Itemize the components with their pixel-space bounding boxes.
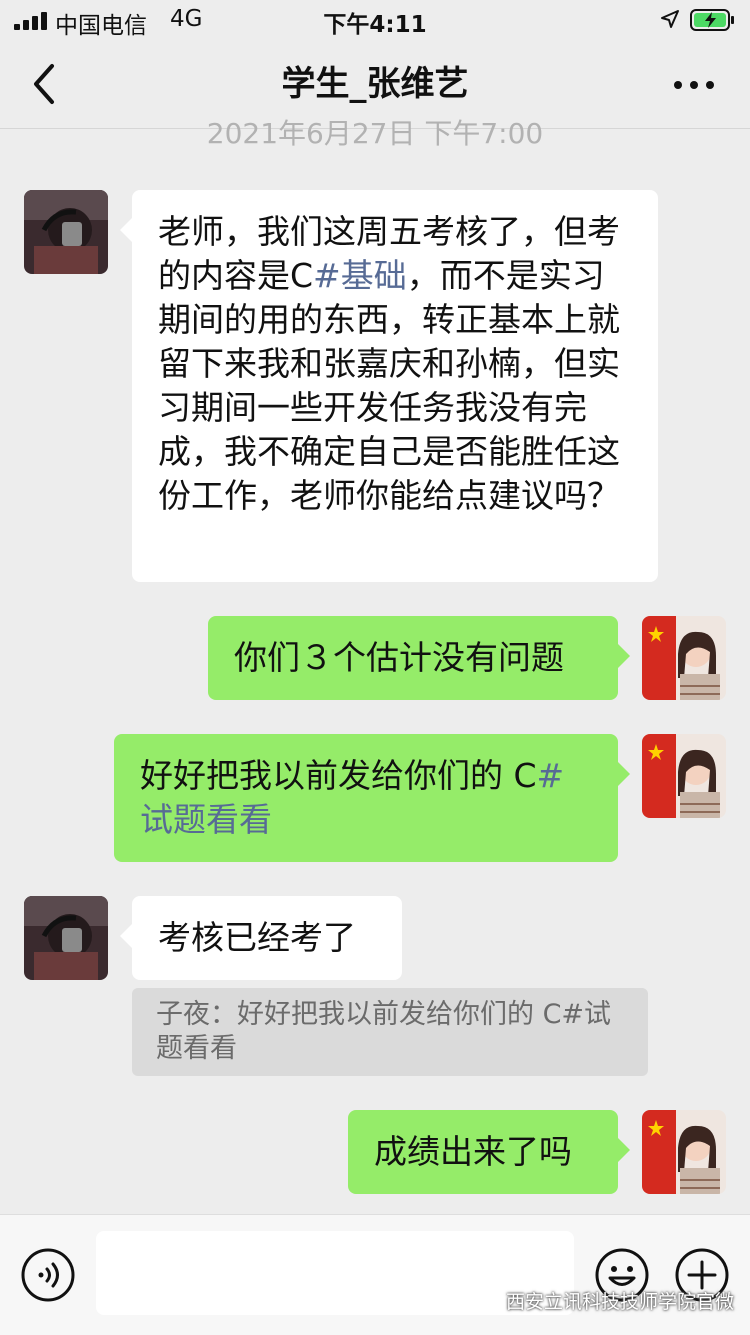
teacher-avatar[interactable] (642, 1110, 726, 1194)
teacher-avatar[interactable] (642, 616, 726, 700)
student-avatar[interactable] (24, 190, 108, 274)
quote-author: 子夜 (156, 999, 210, 1030)
message-bubble-outgoing[interactable]: 你们３个估计没有问题 (208, 616, 630, 700)
watermark-text: 西安立讯科技技师学院官微 (506, 1291, 735, 1313)
more-dots-icon[interactable] (664, 62, 724, 106)
battery-charging-icon (690, 9, 734, 31)
status-clock: 下午4:11 (323, 12, 427, 38)
student-avatar[interactable] (24, 896, 108, 980)
status-bar: 中国电信 4G 下午4:11 (0, 0, 750, 40)
message-bubble-outgoing[interactable]: 好好把我以前发给你们的 C#试题看看 (114, 734, 630, 862)
message-text: 成绩出来了吗 (374, 1132, 572, 1171)
message-text: 好好把我以前发给你们的 C#试题看看 (140, 756, 565, 839)
hashtag-link[interactable]: #基础 (313, 256, 407, 295)
hashtag-link[interactable]: #试题看看 (140, 756, 564, 839)
message-text: 你们３个估计没有问题 (234, 638, 564, 677)
message-bubble-incoming[interactable]: 老师，我们这周五考核了，但考的内容是C#基础，而不是实习期间的用的东西，转正基本… (120, 190, 658, 582)
message-bubble-incoming[interactable]: 考核已经考了 (120, 896, 402, 980)
voice-icon[interactable] (20, 1247, 76, 1303)
quoted-message[interactable]: 子夜：好好把我以前发给你们的 C#试题看看 (132, 988, 648, 1076)
chat-title: 学生_张维艺 (281, 64, 469, 104)
message-bubble-outgoing[interactable]: 成绩出来了吗 (348, 1110, 630, 1194)
chat-timestamp: 2021年6月27日 下午7:00 (206, 117, 544, 150)
message-text: 考核已经考了 (158, 918, 356, 957)
teacher-avatar[interactable] (642, 734, 726, 818)
wechat-icon (473, 1293, 499, 1311)
location-arrow-icon (661, 10, 679, 28)
quote-separator: ： (210, 999, 237, 1030)
watermark: 西安立讯科技技师学院官微 (472, 1286, 742, 1318)
message-text: 老师，我们这周五考核了，但考的内容是C#基础，而不是实习期间的用的东西，转正基本… (158, 212, 620, 515)
